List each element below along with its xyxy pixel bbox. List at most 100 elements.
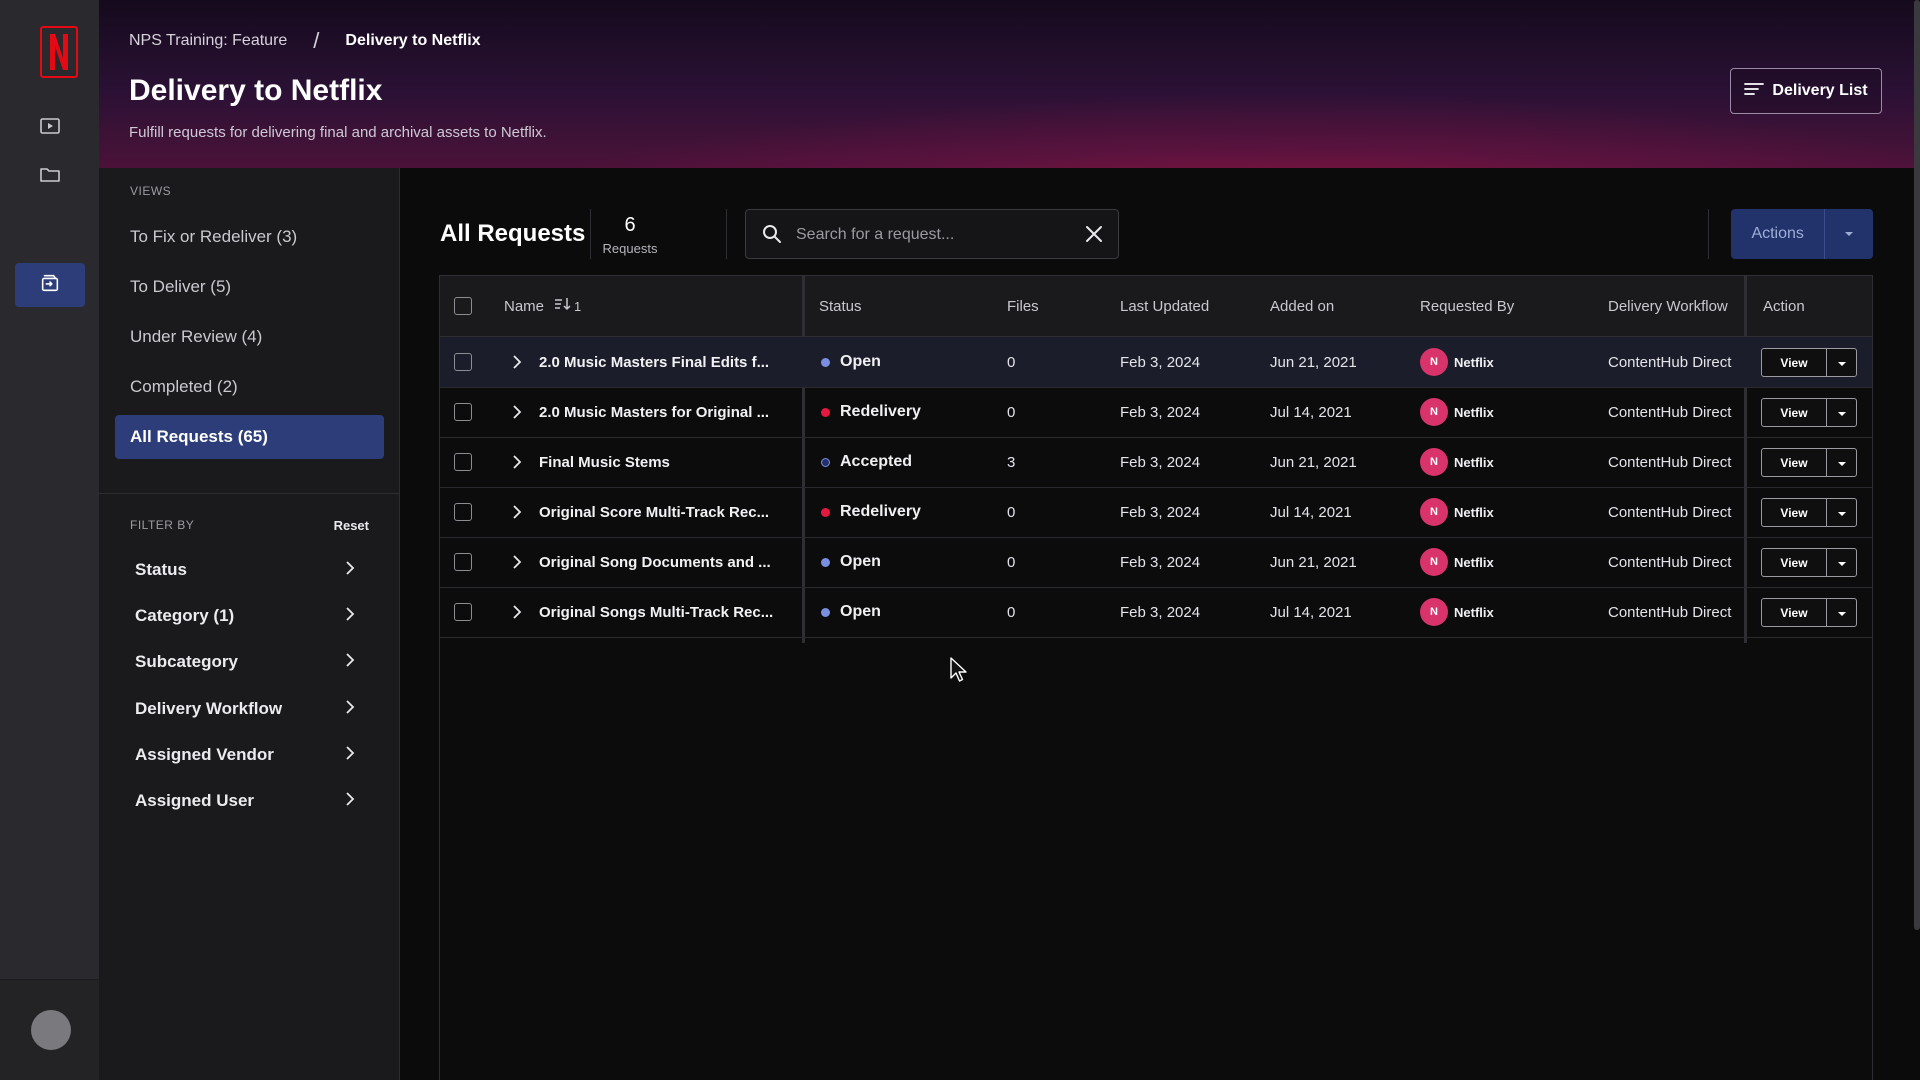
request-name[interactable]: Original Songs Multi-Track Rec...	[539, 587, 773, 637]
row-checkbox[interactable]	[454, 403, 472, 421]
filter-assigned-user[interactable]: Assigned User	[135, 786, 355, 816]
table-row[interactable]: Final Music Stems Accepted 3 Feb 3, 2024…	[440, 437, 1872, 488]
column-header-added-on[interactable]: Added on	[1270, 276, 1334, 336]
reset-filters-button[interactable]: Reset	[334, 518, 369, 533]
request-name[interactable]: Final Music Stems	[539, 437, 670, 487]
close-icon[interactable]	[1084, 224, 1104, 249]
view-dropdown-button[interactable]	[1827, 449, 1856, 476]
filter-category[interactable]: Category (1)	[135, 601, 355, 631]
breadcrumb-item-project[interactable]: NPS Training: Feature	[129, 32, 287, 50]
filter-status[interactable]: Status	[135, 555, 355, 585]
delivery-list-button[interactable]: Delivery List	[1730, 68, 1882, 114]
files-count: 0	[1007, 503, 1016, 521]
delivery-workflow: ContentHub Direct	[1608, 403, 1732, 421]
expand-chevron-icon[interactable]	[512, 387, 522, 437]
table-row[interactable]: Original Song Documents and ... Open 0 F…	[440, 537, 1872, 588]
page-subtitle: Fulfill requests for delivering final an…	[129, 124, 547, 141]
requester-name: Netflix	[1454, 404, 1494, 420]
filter-assigned-vendor[interactable]: Assigned Vendor	[135, 740, 355, 770]
table-row[interactable]: 2.0 Music Masters for Original ... Redel…	[440, 387, 1872, 438]
view-completed[interactable]: Completed (2)	[130, 377, 238, 397]
column-header-status[interactable]: Status	[819, 276, 862, 336]
view-dropdown-button[interactable]	[1827, 349, 1856, 376]
status-cell: Open	[821, 587, 881, 637]
expand-chevron-icon[interactable]	[512, 587, 522, 637]
view-dropdown-button[interactable]	[1827, 399, 1856, 426]
folder-icon[interactable]	[38, 163, 62, 187]
view-to-deliver[interactable]: To Deliver (5)	[130, 277, 231, 297]
search-input[interactable]	[794, 218, 1078, 252]
column-header-requested-by[interactable]: Requested By	[1420, 276, 1514, 336]
status-text: Open	[840, 553, 881, 570]
view-button[interactable]: View	[1762, 399, 1827, 426]
expand-chevron-icon[interactable]	[512, 487, 522, 537]
column-header-last-updated[interactable]: Last Updated	[1120, 276, 1209, 336]
expand-chevron-icon[interactable]	[512, 537, 522, 587]
play-icon[interactable]	[38, 114, 62, 138]
row-checkbox[interactable]	[454, 353, 472, 371]
main-content: All Requests 6 Requests Actions Name	[400, 168, 1900, 1080]
status-cell: Open	[821, 537, 881, 587]
filter-delivery-workflow[interactable]: Delivery Workflow	[135, 694, 355, 724]
view-button[interactable]: View	[1762, 499, 1827, 526]
table-row[interactable]: Original Songs Multi-Track Rec... Open 0…	[440, 587, 1872, 638]
row-checkbox[interactable]	[454, 603, 472, 621]
column-header-name[interactable]: Name 1	[504, 276, 581, 336]
view-dropdown-button[interactable]	[1827, 599, 1856, 626]
breadcrumb: NPS Training: Feature / Delivery to Netf…	[129, 28, 481, 54]
sort-order: 1	[574, 298, 582, 314]
filter-subcategory[interactable]: Subcategory	[135, 647, 355, 677]
request-name[interactable]: Original Song Documents and ...	[539, 537, 771, 587]
view-button-group: View	[1761, 498, 1857, 527]
caret-down-icon	[1837, 554, 1847, 572]
view-to-fix-or-redeliver[interactable]: To Fix or Redeliver (3)	[130, 227, 297, 247]
expand-chevron-icon[interactable]	[512, 437, 522, 487]
chevron-right-icon	[345, 791, 355, 812]
request-name[interactable]: 2.0 Music Masters for Original ...	[539, 387, 769, 437]
filter-label: Category (1)	[135, 606, 235, 625]
view-button[interactable]: View	[1762, 349, 1827, 376]
status-cell: Open	[821, 337, 881, 387]
requested-by: N Netflix	[1420, 587, 1494, 637]
view-button[interactable]: View	[1762, 449, 1827, 476]
chevron-right-icon	[345, 745, 355, 766]
added-on: Jul 14, 2021	[1270, 503, 1352, 521]
row-checkbox[interactable]	[454, 553, 472, 571]
view-button[interactable]: View	[1762, 599, 1827, 626]
caret-down-icon	[1837, 404, 1847, 422]
table-row[interactable]: Original Score Multi-Track Rec... Redeli…	[440, 487, 1872, 538]
requester-name: Netflix	[1454, 554, 1494, 570]
view-button-group: View	[1761, 348, 1857, 377]
delivery-nav-button[interactable]	[15, 263, 85, 307]
view-dropdown-button[interactable]	[1827, 549, 1856, 576]
actions-button[interactable]: Actions	[1731, 209, 1824, 259]
sort-icon	[554, 297, 574, 315]
select-all-checkbox[interactable]	[454, 297, 472, 315]
requests-table: Name 1 Status Files Last Updated Added o…	[439, 275, 1873, 1080]
user-avatar[interactable]	[31, 1010, 71, 1050]
added-on: Jul 14, 2021	[1270, 403, 1352, 421]
requester-avatar: N	[1420, 398, 1448, 426]
filter-label: Subcategory	[135, 652, 238, 671]
column-header-delivery-workflow[interactable]: Delivery Workflow	[1608, 276, 1728, 336]
view-dropdown-button[interactable]	[1827, 499, 1856, 526]
row-checkbox[interactable]	[454, 453, 472, 471]
table-row[interactable]: 2.0 Music Masters Final Edits f... Open …	[440, 337, 1872, 388]
row-checkbox[interactable]	[454, 503, 472, 521]
request-name[interactable]: 2.0 Music Masters Final Edits f...	[539, 337, 769, 387]
actions-dropdown-button[interactable]	[1824, 209, 1873, 259]
view-button[interactable]: View	[1762, 549, 1827, 576]
view-all-requests[interactable]: All Requests (65)	[115, 415, 384, 459]
netflix-logo-icon[interactable]	[40, 26, 78, 78]
status-dot	[821, 357, 830, 367]
expand-chevron-icon[interactable]	[512, 337, 522, 387]
request-name[interactable]: Original Score Multi-Track Rec...	[539, 487, 769, 537]
page-scrollbar[interactable]	[1914, 0, 1920, 930]
status-dot	[821, 507, 830, 517]
view-under-review[interactable]: Under Review (4)	[130, 327, 262, 347]
status-text: Accepted	[840, 453, 913, 470]
column-header-files[interactable]: Files	[1007, 276, 1039, 336]
last-updated: Feb 3, 2024	[1120, 353, 1201, 371]
requested-by: N Netflix	[1420, 537, 1494, 587]
requester-name: Netflix	[1454, 354, 1494, 370]
